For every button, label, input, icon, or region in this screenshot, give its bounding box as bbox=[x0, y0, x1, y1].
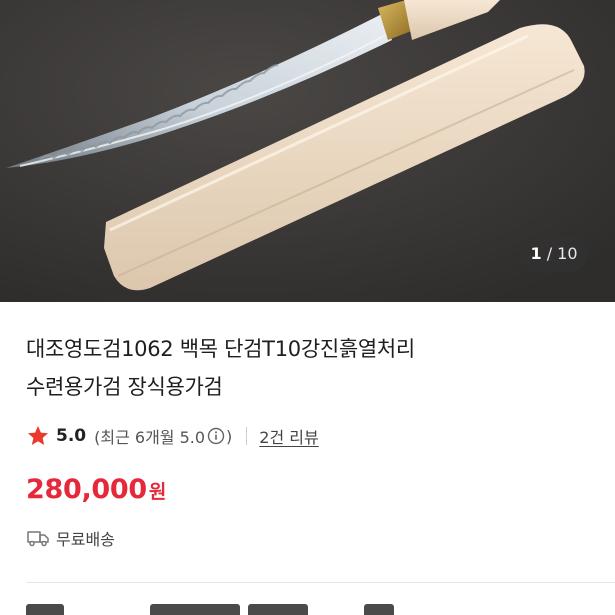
image-counter-separator: / bbox=[546, 244, 553, 263]
image-counter-current: 1 bbox=[530, 244, 542, 263]
cut-off-text-fragment bbox=[364, 604, 394, 615]
price-unit: 원 bbox=[148, 481, 167, 503]
rating-divider bbox=[246, 427, 248, 445]
rating-recent-close: ) bbox=[226, 426, 233, 446]
info-icon[interactable] bbox=[207, 427, 225, 445]
rating-row: 5.0 (최근 6개월 5.0 ) 2건 리뷰 bbox=[26, 423, 319, 449]
cut-off-text-fragment bbox=[26, 604, 64, 615]
price-amount: 280,000 bbox=[26, 474, 147, 505]
shipping-info: 무료배송 bbox=[26, 526, 115, 550]
product-title-line1: 대조영도검1062 백목 단검T10강진흙열처리 bbox=[26, 337, 415, 361]
product-title-line2: 수련용가검 장식용가검 bbox=[26, 375, 223, 399]
image-counter-total: 10 bbox=[557, 244, 578, 263]
cut-off-text-fragment bbox=[248, 604, 308, 615]
product-image[interactable]: 1 / 10 bbox=[0, 0, 615, 302]
image-counter: 1 / 10 bbox=[520, 236, 588, 272]
section-divider bbox=[26, 582, 615, 583]
star-icon bbox=[28, 426, 48, 445]
shipping-label: 무료배송 bbox=[56, 530, 115, 549]
cut-off-content bbox=[26, 604, 394, 615]
truck-icon bbox=[27, 531, 49, 547]
review-count-link[interactable]: 2건 리뷰 bbox=[259, 424, 318, 448]
rating-recent: (최근 6개월 5.0 bbox=[94, 428, 206, 447]
product-title: 대조영도검1062 백목 단검T10강진흙열처리 수련용가검 장식용가검 bbox=[26, 330, 586, 406]
price: 280,000 원 bbox=[26, 474, 166, 505]
rating-score: 5.0 bbox=[56, 426, 87, 446]
cut-off-text-fragment bbox=[150, 604, 240, 615]
